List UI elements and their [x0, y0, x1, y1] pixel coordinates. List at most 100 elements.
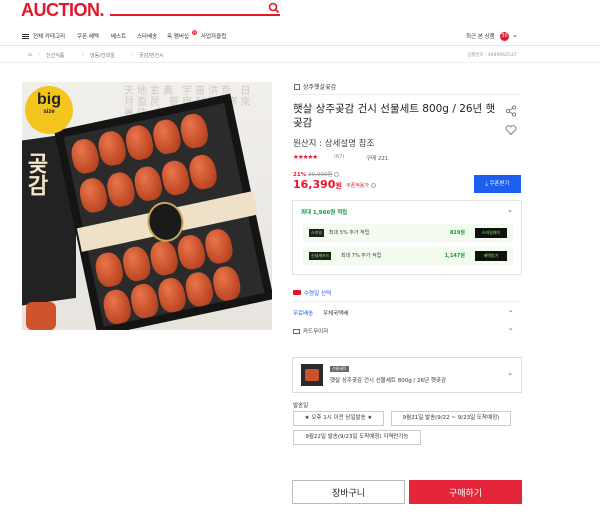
nav-business-club[interactable]: 사업자클럽	[201, 32, 226, 40]
points-suffix: 적립	[337, 210, 348, 216]
shop-icon	[294, 84, 300, 90]
badge-big-text: big	[37, 91, 61, 108]
share-icon[interactable]	[505, 105, 517, 117]
shipping-info[interactable]: 무료배송 우체국택배	[293, 309, 348, 317]
persimmon	[150, 117, 184, 157]
search-icon[interactable]	[268, 2, 280, 14]
ship-option-same-day[interactable]: ★ 오후 1시 이전 당일발송 ★	[293, 411, 384, 426]
big-size-badge: big size	[25, 86, 73, 134]
point-row-smile: 스마일 최대 5% 추가 적립 819원 스마일페이	[303, 224, 513, 242]
persimmon	[95, 129, 129, 168]
card-installment[interactable]: 카드무이자	[293, 327, 328, 335]
breadcrumb-item[interactable]: 신선식품	[46, 52, 64, 59]
product-image[interactable]: 天地玄黃 宇宙洪荒 日月盈昃 辰宿列張 寒來暑往 秋收冬藏 곶감	[22, 82, 272, 330]
nav-best[interactable]: 베스트	[111, 32, 126, 40]
nav-coupons[interactable]: 쿠폰·혜택	[77, 32, 99, 40]
persimmon	[100, 287, 134, 327]
persimmon	[186, 152, 220, 192]
divider	[292, 301, 522, 302]
card-installment-label: 카드무이자	[303, 329, 329, 335]
persimmon	[202, 226, 235, 266]
coupon-price-text: 쿠폰적용가	[346, 183, 370, 189]
recent-count-badge: 30	[500, 32, 509, 41]
persimmon	[131, 164, 165, 203]
nav-membership[interactable]: 옥 멤버십	[167, 32, 189, 40]
persimmon	[155, 275, 189, 315]
coupon-button-label: 쿠폰받기	[489, 181, 510, 187]
point-badge: 신세계카드	[309, 252, 332, 260]
persimmon	[104, 170, 137, 209]
recent-items-label[interactable]: 최근 본 상품	[466, 32, 495, 40]
points-amount: 1,966원	[312, 210, 336, 216]
truck-icon	[293, 290, 301, 295]
persimmon	[159, 158, 192, 198]
point-amount: 1,147원	[444, 253, 465, 259]
price-unit: 원	[335, 182, 342, 190]
heart-icon[interactable]	[505, 124, 517, 136]
sale-price: 16,390원	[293, 178, 342, 191]
divider	[292, 94, 522, 95]
chevron-down-icon[interactable]: ⌄	[508, 306, 514, 314]
breadcrumb-item[interactable]: 냉동/건과일	[90, 52, 115, 59]
review-count[interactable]: (67)	[334, 154, 344, 160]
discount-row: 21% 20,900원	[293, 170, 340, 178]
menu-icon[interactable]	[22, 34, 29, 39]
persimmon	[182, 269, 216, 309]
chevron-right-icon: ›	[38, 51, 41, 58]
point-row-card: 신세계카드 최대 7% 추가 적립 1,147원 혜택받기	[303, 247, 513, 265]
seller-link[interactable]: 상주햇살곶감	[294, 82, 336, 91]
option-name: 햇살 상주곶감 건시 선물세트 800g / 26년 햇곶감	[330, 378, 447, 384]
get-coupon-button[interactable]: ⤓ 쿠폰받기	[474, 175, 521, 193]
header: AUCTION.	[0, 0, 600, 22]
points-panel: 최대 1,966원 적립 ⌄ 스마일 최대 5% 추가 적립 819원 스마일페…	[292, 200, 522, 275]
persimmon	[210, 264, 243, 303]
add-to-cart-button[interactable]: 장바구니	[292, 480, 405, 504]
ship-option-sep22[interactable]: 9월22일 발송(9/23일 도착예정) 지역만가능	[293, 430, 421, 445]
product-number: 상품번호 : 4849962537	[467, 53, 517, 58]
seller-name: 상주햇살곶감	[303, 84, 337, 91]
free-shipping-label: 무료배송	[293, 311, 314, 317]
chevron-down-icon[interactable]: ⌄	[507, 206, 513, 214]
home-icon[interactable]: ⌂	[28, 51, 32, 58]
persimmon	[128, 281, 161, 321]
breadcrumb-item[interactable]: 곶감/반건시	[139, 52, 164, 59]
persimmon	[175, 232, 208, 272]
persimmon	[177, 111, 211, 151]
benefit-button[interactable]: 혜택받기	[475, 251, 507, 261]
rating-stars: ★★★★★	[293, 153, 318, 161]
option-tag: 선물세트	[330, 366, 349, 372]
chevron-down-icon[interactable]: ⌄	[512, 31, 518, 39]
box-lid-text: 곶감	[23, 152, 49, 196]
main-nav: 전체 카테고리 쿠폰·혜택 베스트 스타배송 옥 멤버십 N 사업자클럽 최근 …	[0, 28, 600, 46]
chevron-right-icon: ›	[131, 51, 134, 58]
persimmon	[77, 175, 110, 215]
buy-now-button[interactable]: 구매하기	[409, 480, 522, 504]
nav-all-categories[interactable]: 전체 카테고리	[33, 32, 65, 40]
breadcrumb: ⌂ › 신선식품 › 냉동/건과일 › 곶감/반건시 상품번호 : 484996…	[0, 47, 600, 63]
option-select-box[interactable]: 선물세트 햇살 상주곶감 건시 선물세트 800g / 26년 햇곶감 ⌄	[292, 357, 522, 393]
tray-inner	[63, 103, 265, 327]
search-bar[interactable]	[110, 14, 280, 16]
point-amount: 819원	[449, 230, 465, 236]
auction-logo[interactable]: AUCTION.	[21, 0, 105, 21]
chevron-down-icon[interactable]: ⌄	[508, 324, 514, 332]
product-title: 햇살 상주곶감 건시 선물세트 800g / 26년 햇곶감	[293, 103, 496, 129]
points-summary[interactable]: 최대 1,966원 적립	[301, 208, 347, 216]
option-thumbnail	[301, 364, 323, 386]
origin-info: 원산지 : 상세설명 참조	[293, 139, 375, 149]
new-badge: N	[192, 30, 197, 35]
price-value: 16,390	[293, 178, 336, 191]
point-text: 최대 5% 추가 적립	[329, 230, 370, 236]
nav-star-delivery[interactable]: 스타배송	[137, 32, 157, 40]
smilepay-button[interactable]: 스마일페이	[475, 228, 507, 238]
ship-option-sep21[interactable]: 9월21일 발송(9/22 ~ 9/23일 도착예정)	[391, 411, 511, 426]
delivery-date-select[interactable]: 수령일 선택	[293, 289, 331, 297]
delivery-date-label: 수령일 선택	[304, 291, 332, 297]
persimmon	[147, 238, 181, 278]
card-icon	[293, 329, 300, 334]
persimmon	[123, 123, 156, 162]
persimmon-edge	[26, 302, 56, 330]
info-icon[interactable]	[334, 172, 340, 177]
info-icon[interactable]	[371, 183, 377, 188]
chevron-down-icon[interactable]: ⌄	[507, 369, 513, 377]
